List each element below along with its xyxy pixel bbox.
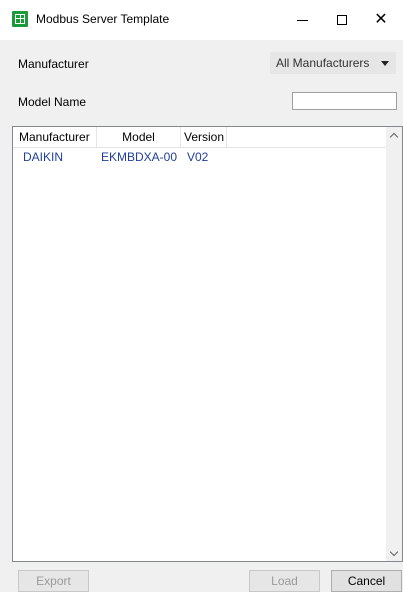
model-name-input[interactable] [292,92,397,110]
cell-model: EKMBDXA-00 [101,150,178,164]
export-button[interactable]: Export [18,570,89,592]
manufacturer-dropdown[interactable]: All Manufacturers [270,52,396,74]
column-header-version[interactable]: Version [181,127,227,147]
cell-manufacturer: DAIKIN [23,150,64,164]
column-header-model[interactable]: Model [97,127,181,147]
table-row[interactable]: DAIKIN EKMBDXA-00 V02 [13,147,386,167]
window-title: Modbus Server Template [36,12,170,26]
model-name-label: Model Name [18,95,87,109]
chevron-up-icon [389,132,399,141]
minimize-icon [296,19,308,21]
maximize-button[interactable] [320,0,364,40]
title-bar: Modbus Server Template ✕ [0,0,403,40]
cell-version: V02 [187,150,209,164]
list-header: Manufacturer Model Version [13,127,386,148]
close-icon: ✕ [374,11,388,28]
cancel-button[interactable]: Cancel [331,570,402,592]
minimize-button[interactable] [280,0,324,40]
scroll-down-button[interactable] [386,545,402,561]
manufacturer-selected-value: All Manufacturers [276,56,370,70]
close-button[interactable]: ✕ [359,0,403,40]
chevron-down-icon [389,547,399,556]
manufacturer-label: Manufacturer [18,57,89,71]
column-header-manufacturer[interactable]: Manufacturer [13,127,97,147]
dropdown-arrow-icon [381,61,389,66]
scroll-up-button[interactable] [386,127,402,143]
vertical-scrollbar[interactable] [386,127,402,561]
grid-table-icon [12,11,28,27]
maximize-icon [337,15,347,25]
load-button[interactable]: Load [249,570,320,592]
template-list[interactable]: Manufacturer Model Version DAIKIN EKMBDX… [12,126,403,562]
